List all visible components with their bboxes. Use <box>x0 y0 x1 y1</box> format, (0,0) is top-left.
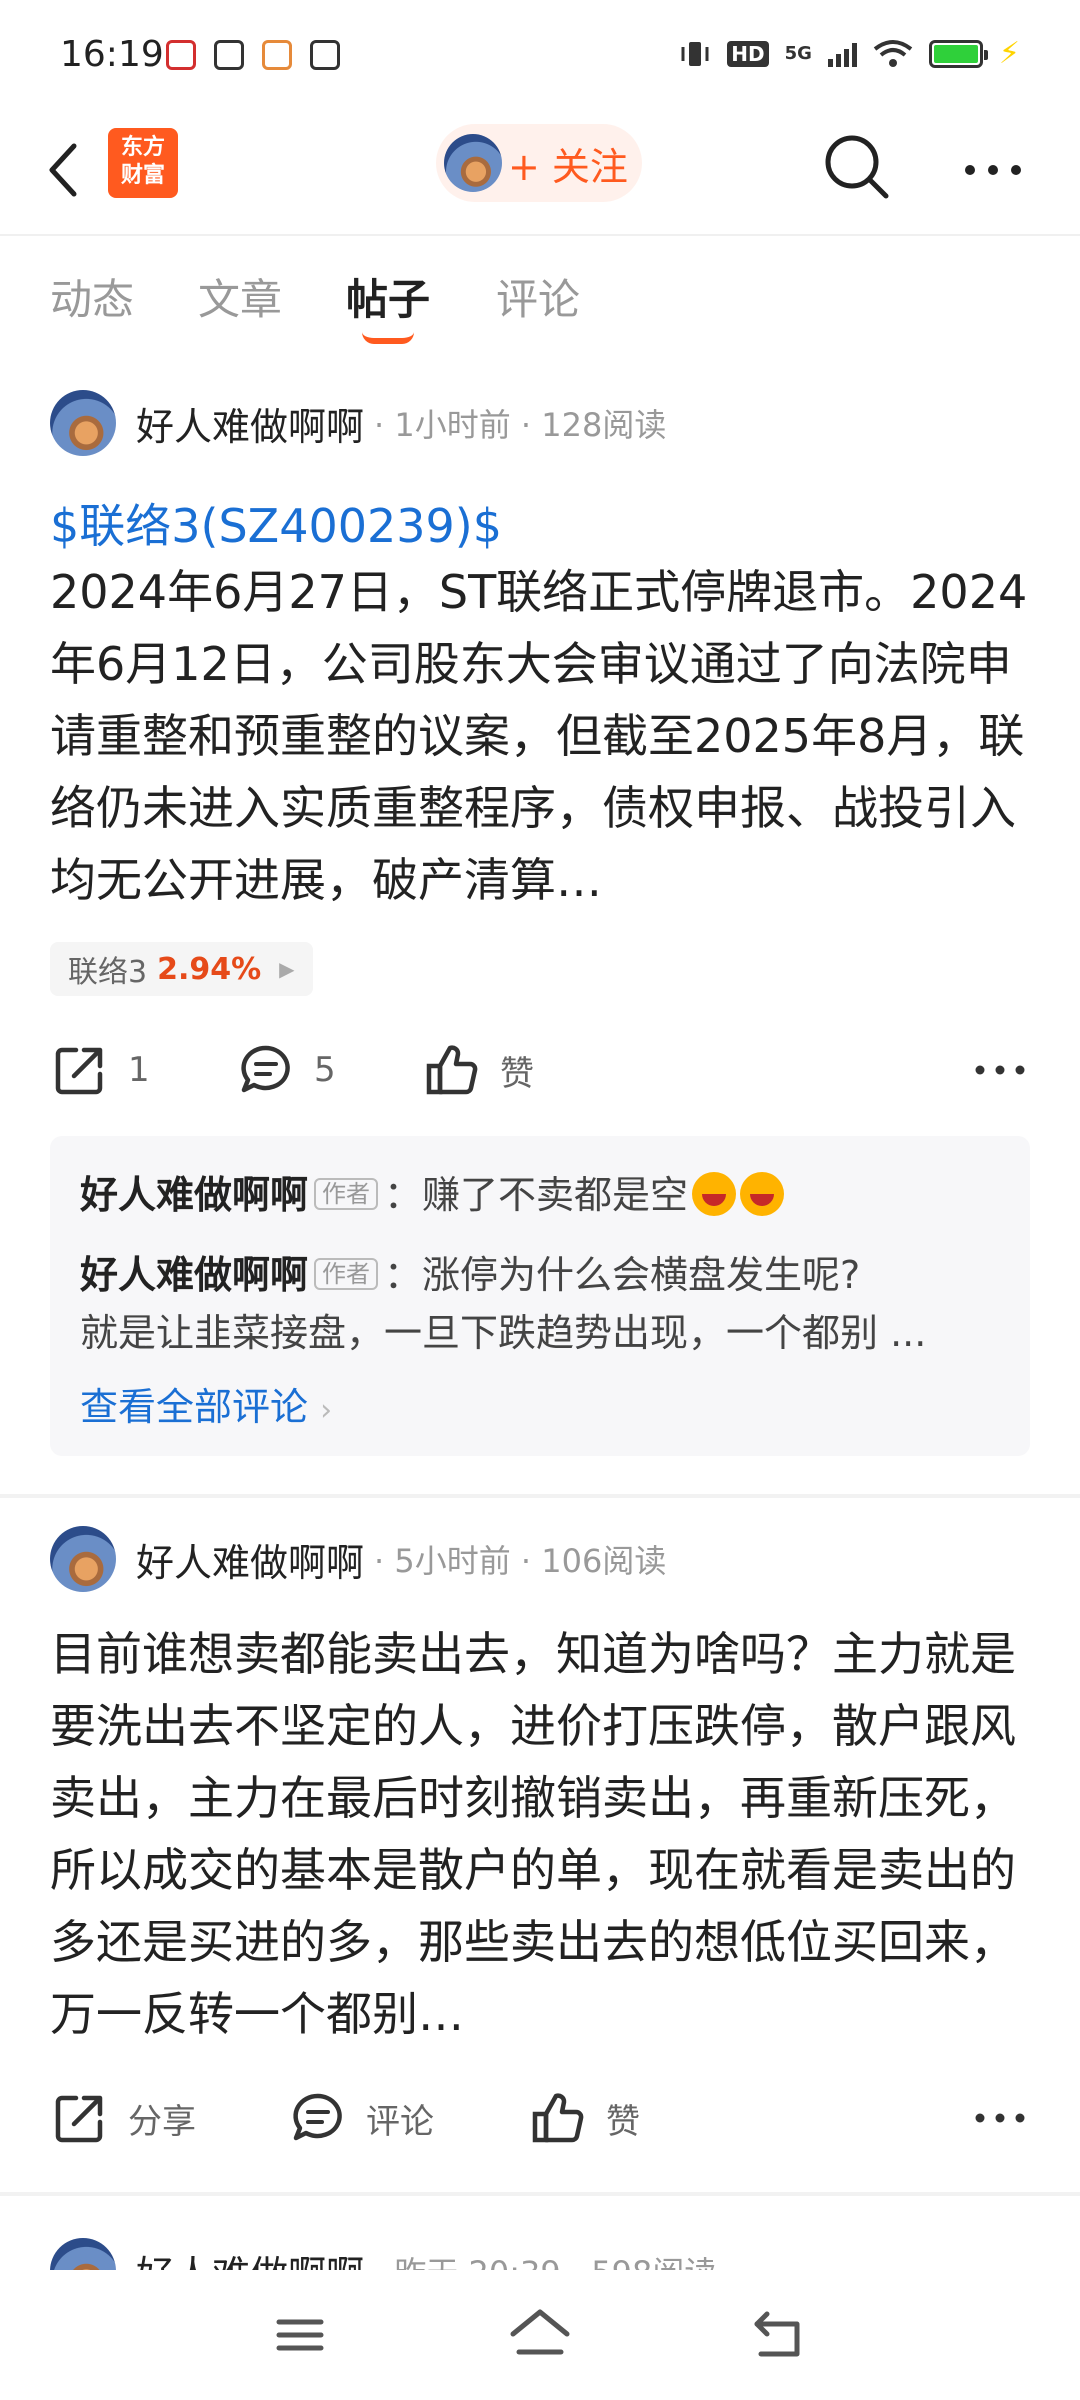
share-button[interactable]: 1 <box>52 1030 150 1110</box>
comment-text: ：赚了不卖都是空 <box>384 1173 689 1217</box>
comment-author: 好人难做啊啊 <box>80 1173 309 1217</box>
post-card[interactable]: 好人难做啊啊 · 5小时前 · 106阅读 目前谁想卖都能卖出去，知道为啥吗？主… <box>0 1498 1080 2192</box>
stock-chip[interactable]: 联络3 2.94% ▶ <box>50 942 313 996</box>
vibrate-icon <box>681 41 709 66</box>
status-indicators: HD 5G ⚡ <box>679 36 1020 71</box>
search-icon[interactable] <box>820 130 894 204</box>
post-body[interactable]: 目前谁想卖都能卖出去，知道为啥吗？主力就是要洗出去不坚定的人，进价打压跌停，散户… <box>50 1618 1030 2050</box>
hd-badge: HD <box>727 40 769 67</box>
status-app-icons <box>166 40 340 70</box>
tab-posts[interactable]: 帖子 <box>346 266 430 327</box>
post-card[interactable]: 好人难做啊啊 · 1小时前 · 128阅读 $联络3(SZ400239)$ 20… <box>0 352 1080 1494</box>
chevron-right-icon: › <box>320 1393 333 1428</box>
like-label: 赞 <box>500 1053 534 1094</box>
share-icon <box>55 1047 103 1095</box>
comment-item[interactable]: 好人难做啊啊 作者 ：涨停为什么会横盘发生呢? <box>80 1244 1000 1299</box>
comment-count: 5 <box>314 1050 336 1090</box>
stock-ticker-link[interactable]: $联络3(SZ400239)$ <box>50 490 502 556</box>
more-icon[interactable] <box>970 2088 1030 2148</box>
signal-icon <box>827 41 857 67</box>
more-icon[interactable] <box>970 1040 1030 1100</box>
avatar[interactable] <box>50 390 116 456</box>
home-icon[interactable] <box>505 2300 575 2370</box>
comment-icon <box>293 2093 342 2141</box>
comment-label: 评论 <box>366 2101 434 2142</box>
post-time-reads: · 昨天 20:39 · 598阅读 <box>374 2248 716 2270</box>
like-button[interactable]: 赞 <box>530 2078 640 2158</box>
author-tag: 作者 <box>314 1258 379 1290</box>
laugh-emoji-icon <box>692 1172 737 1216</box>
comment-button[interactable]: 评论 <box>290 2078 434 2158</box>
avatar <box>444 134 502 192</box>
like-button[interactable]: 赞 <box>424 1030 534 1110</box>
stock-name: 联络3 <box>68 955 148 990</box>
like-label: 赞 <box>606 2101 640 2142</box>
tab-dynamics[interactable]: 动态 <box>50 266 134 327</box>
chevron-right-icon: ▶ <box>279 957 295 981</box>
back-nav-icon[interactable] <box>745 2300 815 2370</box>
network-type: 5G <box>784 43 812 64</box>
app-logo: 东方 财富 <box>108 128 178 198</box>
back-icon[interactable] <box>40 130 90 210</box>
author-name[interactable]: 好人难做啊啊 <box>136 2244 364 2271</box>
stock-change: 2.94% <box>157 951 262 987</box>
nav-header: 东方 财富 + 关注 <box>0 110 1080 236</box>
comment-text-continued: 就是让韭菜接盘，一旦下跌趋势出现，一个都别 ... <box>80 1311 927 1355</box>
app-notification-icon <box>214 40 244 70</box>
laugh-emoji-icon <box>740 1172 785 1216</box>
wifi-icon <box>873 39 913 67</box>
more-icon[interactable] <box>958 140 1028 200</box>
share-count: 1 <box>128 1050 150 1090</box>
calendar-icon <box>310 40 340 70</box>
charging-icon: ⚡ <box>998 36 1020 71</box>
view-all-label: 查看全部评论 <box>80 1385 309 1429</box>
thumbs-up-icon <box>532 2093 584 2143</box>
follow-label: + 关注 <box>508 144 628 189</box>
author-name[interactable]: 好人难做啊啊 <box>136 396 364 451</box>
post-actions: 1 5 赞 <box>0 1030 1080 1110</box>
author-name[interactable]: 好人难做啊啊 <box>136 1532 364 1587</box>
comment-text: ：涨停为什么会横盘发生呢? <box>384 1253 861 1297</box>
avatar[interactable] <box>50 1526 116 1592</box>
share-icon <box>55 2095 103 2143</box>
share-label: 分享 <box>128 2101 196 2142</box>
post-time-reads: · 5小时前 · 106阅读 <box>374 1542 667 1580</box>
profile-tabs: 动态 文章 帖子 评论 <box>0 236 1080 352</box>
share-button[interactable]: 分享 <box>52 2078 196 2158</box>
tab-comments[interactable]: 评论 <box>496 266 580 327</box>
follow-button[interactable]: + 关注 <box>436 124 642 202</box>
active-tab-indicator <box>362 332 414 344</box>
status-time: 16:19 <box>60 34 164 75</box>
app-notification-icon <box>166 40 196 70</box>
avatar[interactable] <box>50 2238 116 2270</box>
post-meta: 好人难做啊啊 · 1小时前 · 128阅读 <box>50 390 666 456</box>
app-notification-icon <box>262 40 292 70</box>
post-body[interactable]: 2024年6月27日，ST联络正式停牌退市。2024年6月12日，公司股东大会审… <box>50 556 1030 916</box>
post-card[interactable]: 好人难做啊啊 · 昨天 20:39 · 598阅读 <box>0 2196 1080 2270</box>
system-navigation-bar <box>0 2270 1080 2400</box>
post-meta: 好人难做啊啊 · 5小时前 · 106阅读 <box>50 1526 666 1592</box>
post-meta: 好人难做啊啊 · 昨天 20:39 · 598阅读 <box>50 2238 716 2270</box>
view-all-comments-link[interactable]: 查看全部评论 › <box>80 1376 332 1431</box>
comment-button[interactable]: 5 <box>238 1030 336 1110</box>
menu-icon[interactable] <box>265 2300 335 2370</box>
post-time-reads: · 1小时前 · 128阅读 <box>374 406 667 444</box>
status-bar: 16:19 HD 5G ⚡ <box>0 0 1080 110</box>
comments-preview[interactable]: 好人难做啊啊 作者 ：赚了不卖都是空 好人难做啊啊 作者 ：涨停为什么会横盘发生呢? 就… <box>50 1136 1030 1456</box>
author-tag: 作者 <box>314 1178 379 1210</box>
tab-articles[interactable]: 文章 <box>198 266 282 327</box>
comment-item[interactable]: 好人难做啊啊 作者 ：赚了不卖都是空 <box>80 1164 1000 1219</box>
thumbs-up-icon <box>426 1045 478 1095</box>
post-actions: 分享 评论 赞 <box>0 2078 1080 2158</box>
comment-icon <box>241 1045 290 1093</box>
comment-author: 好人难做啊啊 <box>80 1253 309 1297</box>
battery-icon <box>928 39 988 68</box>
